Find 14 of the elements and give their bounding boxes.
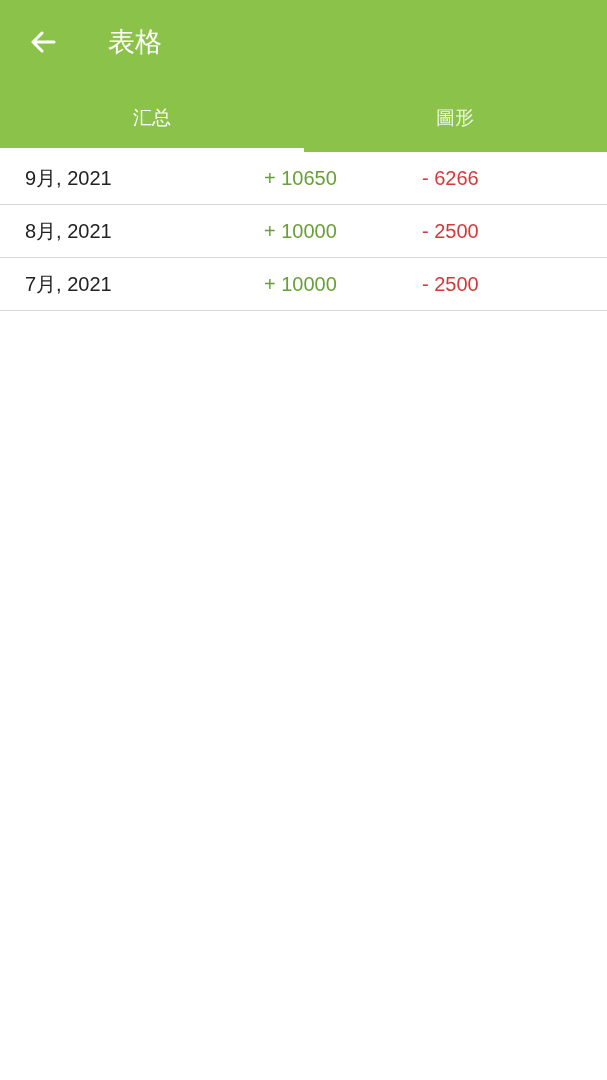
back-arrow-icon: [30, 31, 56, 53]
summary-row[interactable]: 8月, 2021 + 10000 - 2500: [0, 205, 607, 258]
summary-row[interactable]: 9月, 2021 + 10650 - 6266: [0, 152, 607, 205]
expense-amount: - 2500: [422, 272, 479, 296]
income-amount: + 10000: [264, 219, 338, 243]
expense-amount: - 2500: [422, 219, 479, 243]
income-amount: + 10000: [264, 272, 338, 296]
income-amount: + 10650: [264, 166, 338, 190]
month-label: 9月, 2021: [24, 165, 113, 191]
expense-amount: - 6266: [422, 166, 479, 190]
month-label: 7月, 2021: [24, 271, 113, 297]
screen-title: 表格: [108, 26, 162, 59]
summary-row[interactable]: 7月, 2021 + 10000 - 2500: [0, 258, 607, 311]
month-label: 8月, 2021: [24, 218, 113, 244]
